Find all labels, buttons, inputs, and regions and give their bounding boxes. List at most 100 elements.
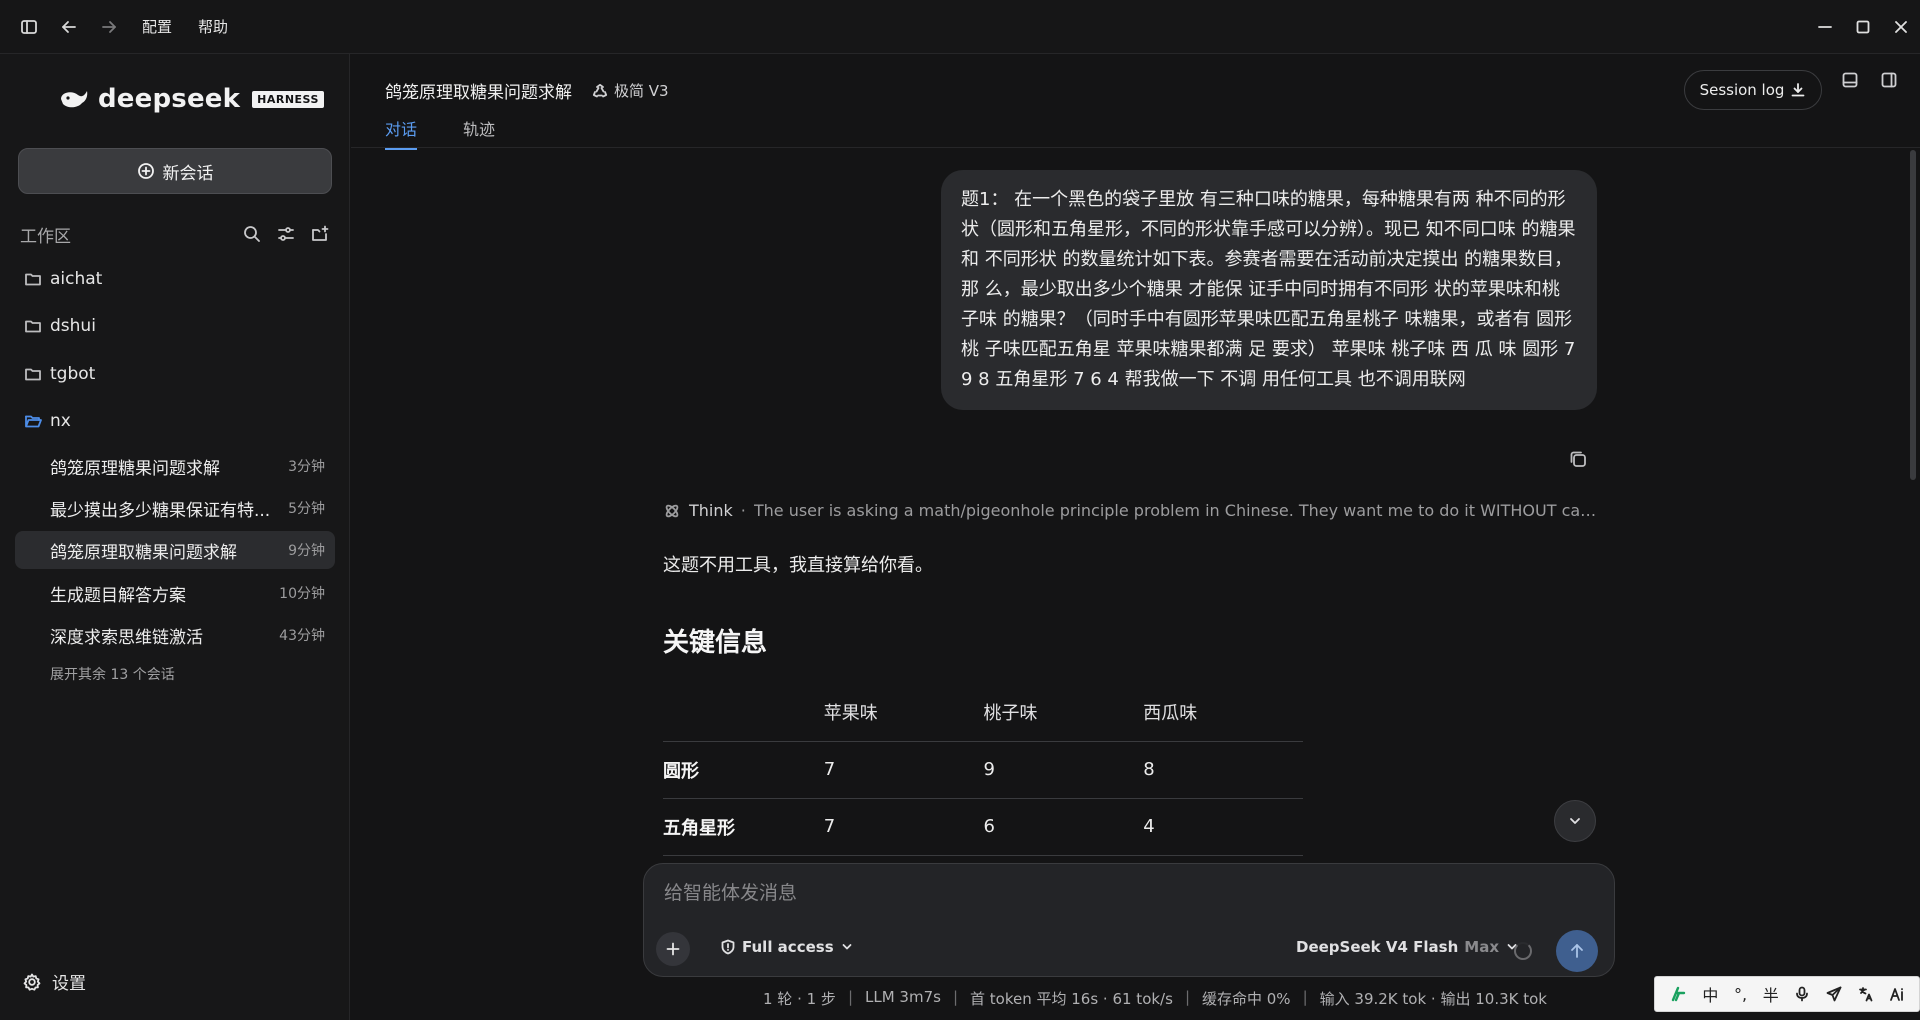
session-log-button[interactable]: Session log xyxy=(1684,70,1822,110)
whale-logo-icon xyxy=(61,91,88,108)
table-row: 圆形 7 9 8 xyxy=(663,741,1303,799)
answer-intro: 这题不用工具，我直接算给你看。 xyxy=(663,555,933,576)
session-time: 5分钟 xyxy=(288,501,325,517)
think-preview: The user is asking a math/pigeonhole pri… xyxy=(753,501,1598,520)
table-cell: 6 xyxy=(983,798,1144,856)
folder-aichat[interactable]: aichat xyxy=(24,264,102,294)
copy-icon[interactable] xyxy=(1567,448,1589,470)
status-separator: | xyxy=(1184,988,1190,1006)
right-panel-toggle-icon[interactable] xyxy=(1875,66,1903,94)
plus-circle-icon xyxy=(137,163,154,179)
microphone-icon[interactable] xyxy=(1794,986,1810,1002)
back-arrow-icon[interactable] xyxy=(56,14,82,40)
workspace-title: 工作区 xyxy=(20,226,71,247)
think-atom-icon xyxy=(665,504,679,517)
session-time: 9分钟 xyxy=(288,543,325,559)
close-icon[interactable] xyxy=(1882,0,1920,54)
download-icon xyxy=(1792,83,1805,97)
send-button[interactable] xyxy=(1556,930,1598,972)
session-title: 深度求索思维链激活 xyxy=(50,627,203,648)
session-title: 最少摸出多少糖果保证有特... xyxy=(50,500,271,521)
menu-help[interactable]: 帮助 xyxy=(192,16,234,37)
minimize-icon[interactable] xyxy=(1806,0,1844,54)
folder-open-icon xyxy=(25,415,42,428)
session-title: 鸽笼原理糖果问题求解 xyxy=(50,458,220,479)
candy-table: 苹果味 桃子味 西瓜味 圆形 7 9 8 五角星形 7 6 4 xyxy=(663,684,1303,856)
workspace-header: 工作区 xyxy=(20,220,330,248)
expand-more-sessions[interactable]: 展开其余 13 个会话 xyxy=(50,664,175,684)
menu-config[interactable]: 配置 xyxy=(136,16,178,37)
status-turns: 1 轮 · 1 步 xyxy=(763,990,836,1008)
new-folder-icon[interactable] xyxy=(310,224,330,244)
table-cell: 7 xyxy=(823,798,984,856)
plus-icon xyxy=(666,942,680,956)
session-item[interactable]: 最少摸出多少糖果保证有特... 5分钟 xyxy=(15,489,335,527)
ime-punctuation-toggle[interactable]: °, xyxy=(1734,985,1747,1004)
gear-icon xyxy=(23,973,41,991)
attach-plus-button[interactable] xyxy=(656,932,690,966)
status-cache: 缓存命中 0% xyxy=(1202,990,1291,1008)
new-chat-label: 新会话 xyxy=(162,163,214,184)
table-row: 五角星形 7 6 4 xyxy=(663,798,1303,856)
folder-label: dshui xyxy=(50,316,96,336)
chevron-down-icon xyxy=(842,944,852,950)
tab-conversation[interactable]: 对话 xyxy=(385,116,418,150)
conversation-title: 鸽笼原理取糖果问题求解 xyxy=(385,83,572,103)
scrollbar-thumb[interactable] xyxy=(1910,150,1916,480)
translate-icon[interactable] xyxy=(1858,986,1874,1002)
access-mode-dropdown[interactable]: Full access xyxy=(720,938,854,956)
new-chat-button[interactable]: 新会话 xyxy=(18,148,332,194)
sidebar-toggle-icon[interactable] xyxy=(16,14,42,40)
model-selector[interactable]: DeepSeek V4 Flash Max xyxy=(1296,938,1519,956)
session-item[interactable]: 深度求索思维链激活 43分钟 xyxy=(15,616,335,654)
table-header-cell: 桃子味 xyxy=(983,684,1144,742)
ime-logo-icon[interactable] xyxy=(1669,985,1687,1003)
chevron-down-icon xyxy=(1570,818,1580,824)
maximize-icon[interactable] xyxy=(1844,0,1882,54)
conversation-header: 鸽笼原理取糖果问题求解 极简 V3 xyxy=(385,78,669,103)
think-summary[interactable]: Think · The user is asking a math/pigeon… xyxy=(663,501,1598,520)
forward-arrow-icon[interactable] xyxy=(96,14,122,40)
think-separator: · xyxy=(740,501,746,520)
answer-heading: 关键信息 xyxy=(663,628,768,658)
status-bar: 1 轮 · 1 步 | LLM 3m7s | 首 token 平均 16s · … xyxy=(763,988,1547,1009)
status-separator: | xyxy=(952,988,958,1006)
model-tier: Max xyxy=(1464,938,1500,956)
send-plane-icon[interactable] xyxy=(1826,986,1842,1002)
search-icon[interactable] xyxy=(242,224,262,244)
tab-trace[interactable]: 轨迹 xyxy=(463,116,495,150)
folder-tgbot[interactable]: tgbot xyxy=(24,359,95,389)
status-separator: | xyxy=(847,988,853,1006)
table-cell: 4 xyxy=(1143,798,1303,856)
ime-width-toggle[interactable]: 半 xyxy=(1763,982,1779,1006)
ime-language-toggle[interactable]: 中 xyxy=(1702,982,1718,1006)
session-log-label: Session log xyxy=(1699,81,1785,99)
mode-tag[interactable]: 极简 V3 xyxy=(592,80,669,101)
table-header-cell: 苹果味 xyxy=(823,684,984,742)
table-row-header: 五角星形 xyxy=(663,798,824,856)
main-panel: 鸽笼原理取糖果问题求解 极简 V3 对话 轨迹 Session log 题1： … xyxy=(351,54,1920,1020)
session-item[interactable]: 鸽笼原理糖果问题求解 3分钟 xyxy=(15,447,335,485)
folder-dshui[interactable]: dshui xyxy=(24,311,96,341)
sidebar: deepseek HARNESS 新会话 工作区 aichat dshui tg… xyxy=(0,54,350,1020)
session-time: 3分钟 xyxy=(288,459,325,475)
status-separator: | xyxy=(1302,988,1308,1006)
filter-sliders-icon[interactable] xyxy=(276,224,296,244)
access-mode-label: Full access xyxy=(742,938,834,956)
shield-alert-icon xyxy=(721,939,735,955)
settings-button[interactable]: 设置 xyxy=(22,969,86,994)
message-input[interactable] xyxy=(664,878,1564,908)
folder-nx[interactable]: nx xyxy=(24,406,71,436)
bottom-panel-toggle-icon[interactable] xyxy=(1836,66,1864,94)
table-header-row: 苹果味 桃子味 西瓜味 xyxy=(663,684,1303,742)
brand-logo: deepseek HARNESS xyxy=(58,84,324,114)
loading-spinner-icon xyxy=(1514,942,1532,960)
ai-icon[interactable] xyxy=(1889,986,1905,1002)
session-title: 鸽笼原理取糖果问题求解 xyxy=(50,542,237,563)
tab-bar: 对话 轨迹 xyxy=(385,116,495,150)
folder-icon xyxy=(25,320,41,333)
session-time: 43分钟 xyxy=(279,628,325,644)
scroll-to-bottom-button[interactable] xyxy=(1554,800,1596,842)
session-item[interactable]: 生成题目解答方案 10分钟 xyxy=(15,574,335,612)
session-item-active[interactable]: 鸽笼原理取糖果问题求解 9分钟 xyxy=(15,531,335,569)
